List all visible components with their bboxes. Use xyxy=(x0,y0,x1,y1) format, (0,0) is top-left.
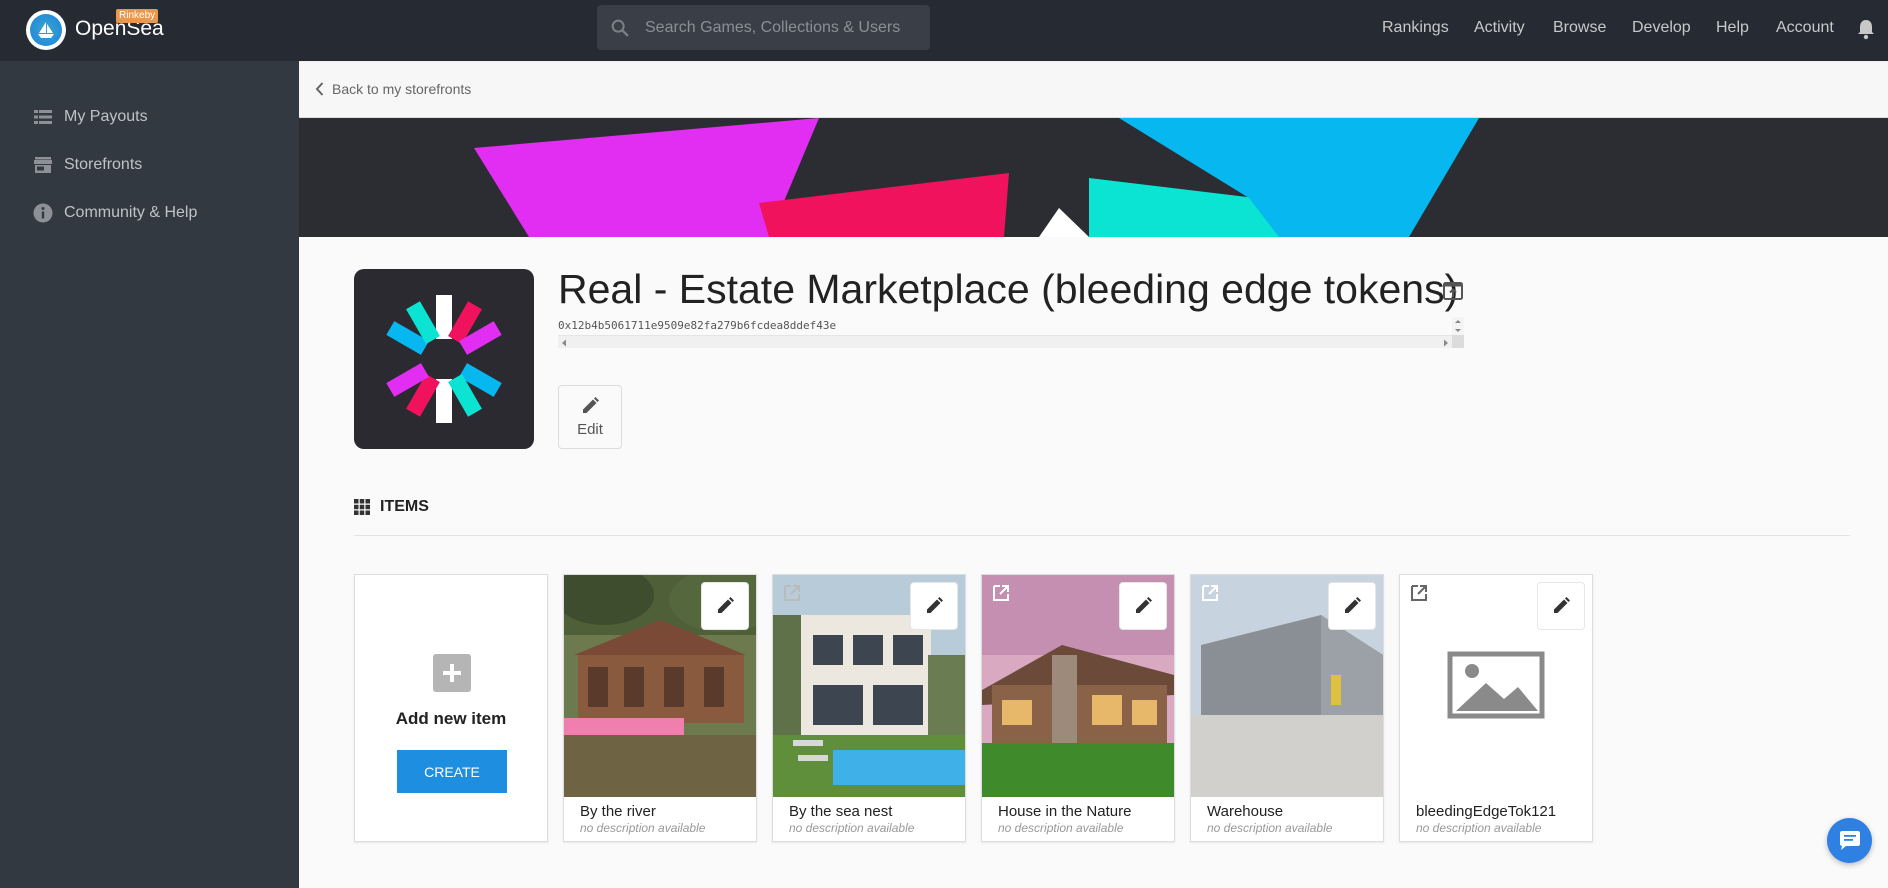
chevron-left-icon xyxy=(315,82,324,96)
nav-browse[interactable]: Browse xyxy=(1553,19,1606,37)
back-bar: Back to my storefronts xyxy=(299,61,1888,118)
open-external-icon[interactable] xyxy=(782,583,802,603)
item-name: By the river xyxy=(580,803,656,820)
back-label: Back to my storefronts xyxy=(332,81,472,97)
chat-icon xyxy=(1839,830,1860,850)
search-input[interactable] xyxy=(645,18,915,37)
item-card[interactable]: bleedingEdgeTok121 no description availa… xyxy=(1399,574,1593,842)
nav-rankings[interactable]: Rankings xyxy=(1382,19,1449,37)
edit-item-button[interactable] xyxy=(701,582,749,630)
pencil-icon xyxy=(583,396,599,413)
item-card[interactable]: By the sea nest no description available xyxy=(772,574,966,842)
sidebar-item-label: Storefronts xyxy=(64,156,143,173)
store-banner-image xyxy=(299,118,1888,237)
contract-address: 0x12b4b5061711e9509e82fa279b6fcdea8ddef4… xyxy=(558,319,837,332)
open-storefront-icon[interactable] xyxy=(1442,280,1464,302)
item-name: House in the Nature xyxy=(998,803,1132,820)
opensea-logo-icon[interactable] xyxy=(26,10,66,50)
contract-address-box[interactable]: 0x12b4b5061711e9509e82fa279b6fcdea8ddef4… xyxy=(558,317,1464,351)
info-icon xyxy=(33,203,53,223)
sidebar-item-label: My Payouts xyxy=(64,108,148,125)
notification-bell-icon[interactable] xyxy=(1856,18,1876,40)
items-heading-label: ITEMS xyxy=(380,498,429,515)
edit-item-button[interactable] xyxy=(1328,582,1376,630)
item-description: no description available xyxy=(998,821,1124,835)
sidebar-item-my-payouts[interactable]: My Payouts xyxy=(33,105,148,129)
item-description: no description available xyxy=(580,821,706,835)
divider xyxy=(354,535,1850,536)
pencil-icon xyxy=(1345,597,1361,613)
sidebar-item-label: Community & Help xyxy=(64,204,198,221)
pencil-icon xyxy=(1136,597,1152,613)
back-to-storefronts-link[interactable]: Back to my storefronts xyxy=(315,81,471,97)
top-navbar: OpenSea Rinkeby Rankings Activity Browse… xyxy=(0,0,1888,61)
item-description: no description available xyxy=(789,821,915,835)
open-external-icon[interactable] xyxy=(1409,583,1429,603)
list-icon xyxy=(33,107,53,127)
sidebar-item-storefronts[interactable]: Storefronts xyxy=(33,153,142,177)
store-avatar xyxy=(354,269,534,449)
add-item-card: Add new item CREATE xyxy=(354,574,548,842)
edit-item-button[interactable] xyxy=(910,582,958,630)
main-content: Back to my storefronts Real - Estate Mar… xyxy=(299,61,1888,888)
store-title: Real - Estate Marketplace (bleeding edge… xyxy=(558,266,1459,312)
horizontal-scrollbar[interactable] xyxy=(558,335,1452,348)
plus-icon[interactable] xyxy=(433,654,471,692)
network-badge: Rinkeby xyxy=(116,9,159,23)
store-icon xyxy=(33,155,53,175)
item-description: no description available xyxy=(1416,821,1542,835)
vertical-scrollbar[interactable] xyxy=(1452,317,1464,335)
search-box[interactable] xyxy=(597,5,930,50)
scrollbar-corner xyxy=(1452,335,1464,348)
open-external-icon[interactable] xyxy=(991,583,1011,603)
pencil-icon xyxy=(718,597,734,613)
items-heading: ITEMS xyxy=(354,498,429,516)
item-card[interactable]: House in the Nature no description avail… xyxy=(981,574,1175,842)
item-name: Warehouse xyxy=(1207,803,1284,820)
edit-label: Edit xyxy=(577,420,603,438)
nav-develop[interactable]: Develop xyxy=(1632,19,1691,37)
add-item-label: Add new item xyxy=(395,709,507,728)
sidebar: My Payouts Storefronts Community & Help xyxy=(0,61,299,888)
edit-item-button[interactable] xyxy=(1119,582,1167,630)
item-name: By the sea nest xyxy=(789,803,893,820)
create-button[interactable]: CREATE xyxy=(397,750,507,793)
edit-item-button[interactable] xyxy=(1537,582,1585,630)
sidebar-item-community-help[interactable]: Community & Help xyxy=(33,201,197,225)
item-description: no description available xyxy=(1207,821,1333,835)
item-card[interactable]: By the river no description available xyxy=(563,574,757,842)
pencil-icon xyxy=(1554,597,1570,613)
edit-storefront-button[interactable]: Edit xyxy=(558,385,622,449)
pencil-icon xyxy=(927,597,943,613)
nav-account[interactable]: Account xyxy=(1776,19,1834,37)
chat-support-button[interactable] xyxy=(1827,818,1872,863)
nav-help[interactable]: Help xyxy=(1716,19,1749,37)
item-name: bleedingEdgeTok121 xyxy=(1416,803,1557,820)
open-external-icon[interactable] xyxy=(1200,583,1220,603)
item-card[interactable]: Warehouse no description available xyxy=(1190,574,1384,842)
nav-activity[interactable]: Activity xyxy=(1474,19,1525,37)
search-icon xyxy=(611,19,629,36)
grid-icon xyxy=(354,499,370,515)
